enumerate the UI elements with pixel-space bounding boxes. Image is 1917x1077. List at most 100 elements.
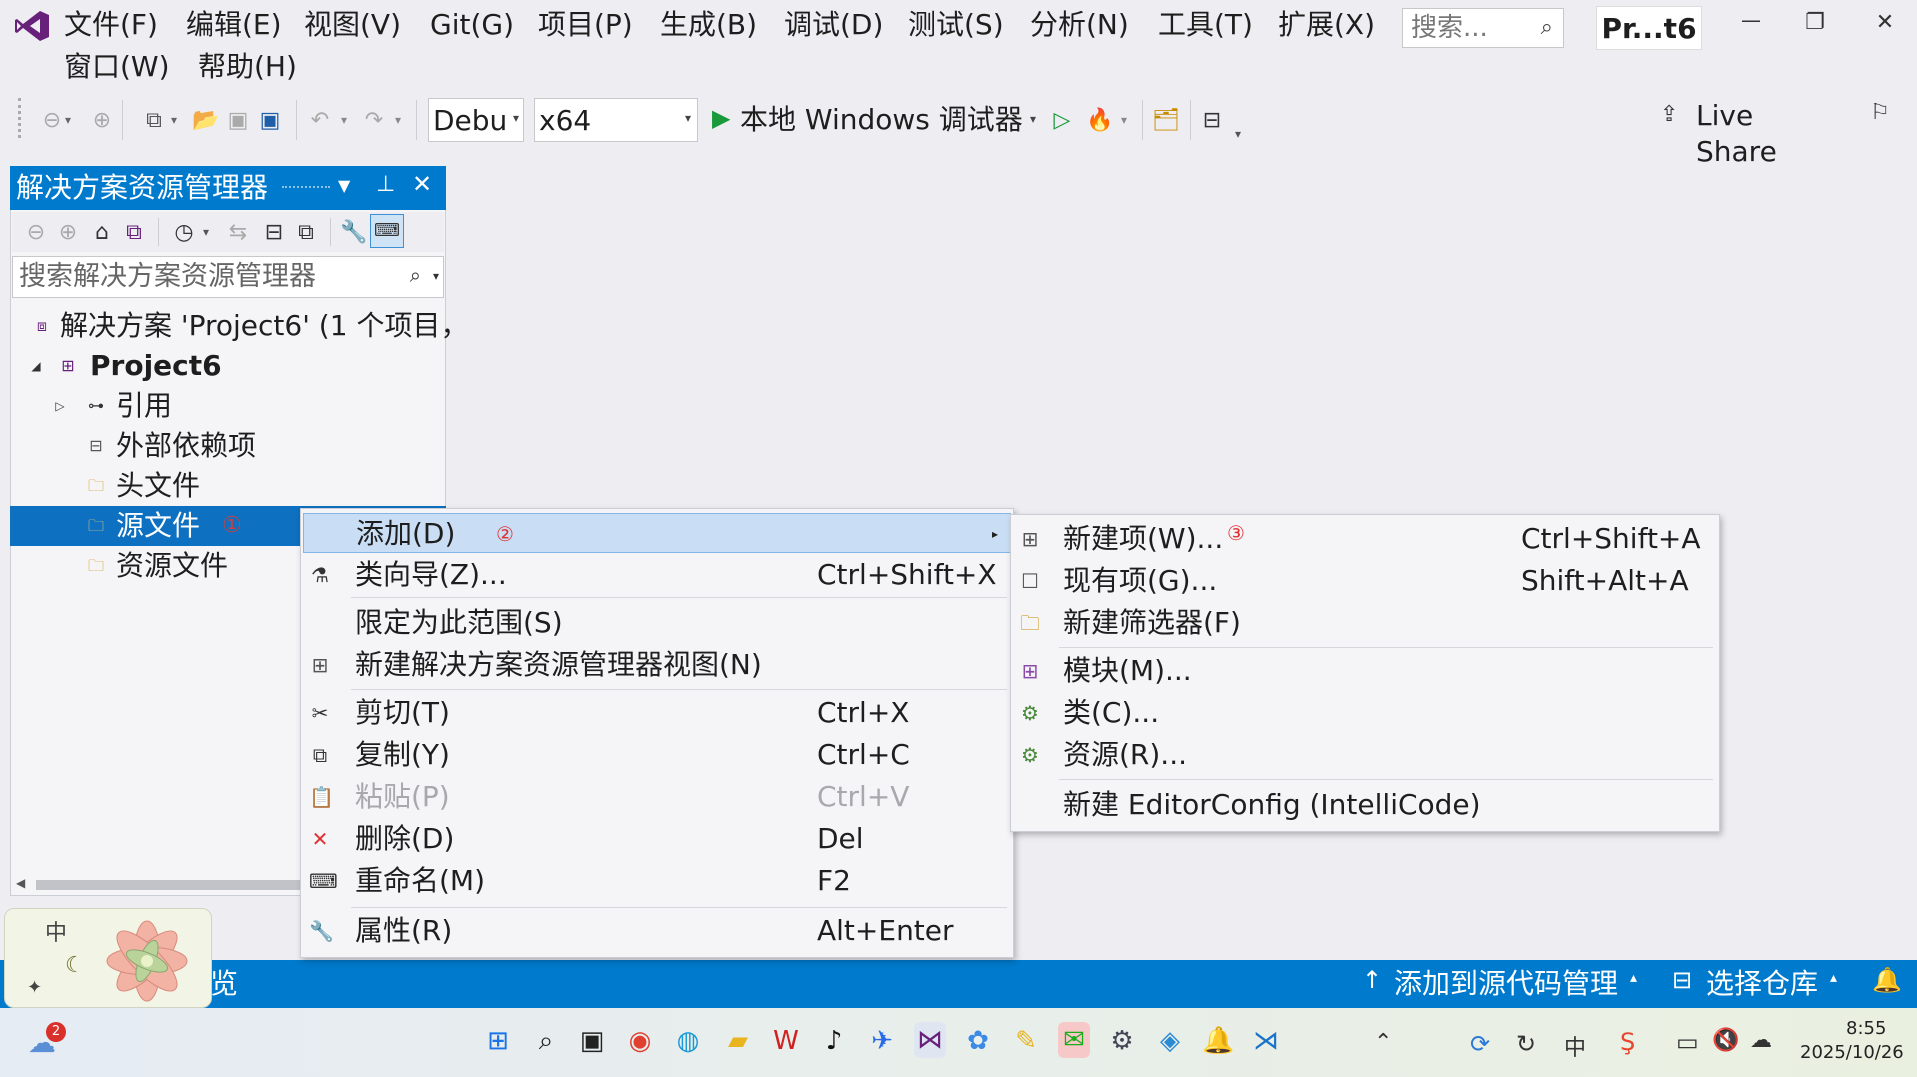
panel-menu-icon[interactable]: ▼ (338, 176, 350, 195)
tray-sync-icon[interactable]: ⟳ (1470, 1030, 1490, 1058)
menu-item-scope[interactable]: 限定为此范围(S) (303, 603, 1011, 643)
submenu-item-editorconfig[interactable]: 新建 EditorConfig (IntelliCode) (1013, 785, 1717, 825)
menu-item-new-view[interactable]: ⊞ 新建解决方案资源管理器视图(N) (303, 645, 1011, 685)
dropdown-arrow-icon[interactable]: ▾ (164, 96, 184, 144)
preview-selected-icon[interactable]: ⌨ (370, 214, 404, 248)
menu-1[interactable]: 编辑(E) (186, 8, 282, 42)
visual-studio-icon[interactable]: ⋈ (914, 1022, 946, 1058)
menu-item-copy[interactable]: ⧉ 复制(Y) Ctrl+C (303, 735, 1011, 775)
menu-item-delete[interactable]: ✕ 删除(D) Del (303, 819, 1011, 859)
weather-widget[interactable]: ☁ 2 (28, 1022, 72, 1062)
edge-icon[interactable]: ◍ (672, 1026, 704, 1056)
menu-item-add[interactable]: 添加(D) ② ▸ (303, 513, 1011, 553)
save-all-icon[interactable]: ▣ (250, 96, 290, 144)
project-name-badge[interactable]: Pr...t6 (1596, 6, 1702, 50)
properties-wrench-icon[interactable]: 🔧 (334, 210, 374, 254)
tray-sogou-icon[interactable]: Ş (1620, 1028, 1635, 1056)
show-all-files-icon[interactable]: ⧉ (286, 210, 326, 254)
menu-10[interactable]: 扩展(X) (1278, 8, 1375, 42)
dropdown-arrow-icon[interactable]: ▾ (58, 96, 78, 144)
feishu-icon[interactable]: ✈ (866, 1026, 898, 1056)
copilot-icon[interactable]: ◈ (1154, 1026, 1186, 1056)
scrollbar-thumb[interactable] (36, 880, 336, 890)
explorer-icon[interactable]: ▰ (722, 1026, 754, 1056)
menu-5[interactable]: 生成(B) (660, 8, 757, 42)
platform-dropdown[interactable]: x64 ▾ (534, 98, 698, 142)
jianying-icon[interactable]: ♪ (818, 1026, 850, 1056)
expanded-arrow-icon[interactable]: ◢ (26, 356, 46, 376)
menu-9[interactable]: 工具(T) (1158, 8, 1253, 42)
clock-time[interactable]: 8:55 (1846, 1018, 1886, 1039)
tree-item-references[interactable]: ▷ ⊶ 引用 (10, 386, 446, 426)
menu-row2-1[interactable]: 帮助(H) (198, 50, 297, 84)
start-debugging-button[interactable]: ▶ 本地 Windows 调试器 ▾ (708, 98, 1040, 142)
menu-0[interactable]: 文件(F) (64, 8, 158, 42)
chrome-icon[interactable]: ◉ (624, 1026, 656, 1056)
submenu-item-module[interactable]: ⊞ 模块(M)... (1013, 651, 1717, 691)
menu-item-class-wizard[interactable]: ⚗ 类向导(Z)... Ctrl+Shift+X (303, 555, 1011, 595)
toolbar-overflow-icon[interactable]: ▾ (1228, 110, 1248, 158)
notification-bell-icon[interactable]: 🔔 (1202, 1026, 1234, 1056)
search-box[interactable]: 搜索... ⌕ (1402, 8, 1564, 48)
menu-3[interactable]: Git(G) (430, 8, 514, 42)
select-repository[interactable]: 选择仓库 (1706, 966, 1818, 1002)
search-icon[interactable]: ⌕ (530, 1026, 562, 1057)
wechat-icon[interactable]: ✉ (1058, 1022, 1090, 1058)
notifications-bell-icon[interactable]: 🔔 (1872, 966, 1902, 994)
menu-8[interactable]: 分析(N) (1030, 8, 1129, 42)
feedback-icon[interactable]: ⚐ (1860, 88, 1900, 136)
clock-date[interactable]: 2025/10/26 (1800, 1042, 1904, 1063)
dropdown-arrow-icon[interactable]: ▾ (334, 96, 354, 144)
tray-refresh-icon[interactable]: ↻ (1516, 1030, 1536, 1058)
layout-icon[interactable]: ⊟ (1192, 96, 1232, 144)
live-share-button[interactable]: ⇪ Live Share (1660, 96, 1840, 168)
tree-project-node[interactable]: ◢ ⊞ Project6 (10, 346, 446, 386)
menu-4[interactable]: 项目(P) (538, 8, 633, 42)
submenu-item-existing-item[interactable]: ☐ 现有项(G)... Shift+Alt+A (1013, 561, 1717, 601)
menu-item-rename[interactable]: ⌨ 重命名(M) F2 (303, 861, 1011, 901)
dropdown-arrow-icon[interactable]: ▾ (1114, 96, 1134, 144)
menu-6[interactable]: 调试(D) (784, 8, 883, 42)
tray-display-icon[interactable]: ▭ (1676, 1028, 1699, 1056)
browse-folder-icon[interactable]: 🗂 (1146, 96, 1186, 144)
close-icon[interactable]: ✕ (412, 170, 432, 198)
menu-row2-0[interactable]: 窗口(W) (64, 50, 170, 84)
tray-ime-indicator[interactable]: 中 (1564, 1030, 1586, 1062)
solution-search-box[interactable]: 搜索解决方案资源管理器(Ctrl+;) ⌕ ▾ (12, 256, 444, 298)
dropdown-arrow-icon[interactable]: ▾ (388, 96, 408, 144)
notepad-icon[interactable]: ✎ (1010, 1026, 1042, 1056)
menu-2[interactable]: 视图(V) (304, 8, 401, 42)
tree-item-header-files[interactable]: 🗀 头文件 (10, 466, 446, 506)
menu-7[interactable]: 测试(S) (908, 8, 1004, 42)
submenu-item-new-item[interactable]: ⊞ 新建项(W)... ③ Ctrl+Shift+A (1013, 519, 1717, 559)
forward-icon[interactable]: ⊕ (82, 96, 122, 144)
vscode-icon[interactable]: ⋊ (1250, 1026, 1282, 1056)
collapsed-arrow-icon[interactable]: ▷ (50, 396, 70, 416)
menu-item-properties[interactable]: 🔧 属性(R) Alt+Enter (303, 911, 1011, 951)
sync-icon[interactable]: ⇆ (218, 210, 258, 254)
start-icon[interactable]: ⊞ (482, 1026, 514, 1056)
scroll-left-icon[interactable]: ◀ (16, 876, 25, 890)
submenu-item-resource[interactable]: ⚙ 资源(R)... (1013, 735, 1717, 775)
settings-icon[interactable]: ⚙ (1106, 1026, 1138, 1056)
close-window-button[interactable]: ✕ (1870, 10, 1900, 35)
tray-mute-icon[interactable]: 🔇 (1712, 1028, 1739, 1053)
task-view-icon[interactable]: ▣ (576, 1026, 608, 1056)
switch-views-icon[interactable]: ⧉ (114, 210, 154, 254)
tree-item-external-deps[interactable]: ⊟ 外部依赖项 (10, 426, 446, 466)
restore-button[interactable]: ❐ (1800, 10, 1830, 35)
solution-config-dropdown[interactable]: Debu ▾ (428, 98, 524, 142)
pin-icon[interactable]: ⊥ (376, 172, 395, 197)
wps-icon[interactable]: W (770, 1026, 802, 1056)
menu-item-cut[interactable]: ✂ 剪切(T) Ctrl+X (303, 693, 1011, 733)
tree-solution-node[interactable]: ⧈ 解决方案 'Project6' (1 个项目， (10, 306, 469, 346)
tray-wifi-icon[interactable]: ☁ (1750, 1028, 1772, 1053)
ime-widget[interactable]: 中 ☾ ✦ (4, 908, 212, 1008)
chevron-up-icon[interactable]: ⌃ (1374, 1030, 1392, 1055)
baidu-netdisk-icon[interactable]: ✿ (962, 1026, 994, 1056)
dropdown-arrow-icon[interactable]: ▾ (198, 210, 214, 254)
add-to-source-control[interactable]: 添加到源代码管理 (1394, 966, 1618, 1002)
minimize-button[interactable]: — (1736, 8, 1766, 32)
submenu-item-new-filter[interactable]: 🗀 新建筛选器(F) (1013, 603, 1717, 643)
start-without-debugging-icon[interactable]: ▷ (1042, 96, 1082, 144)
